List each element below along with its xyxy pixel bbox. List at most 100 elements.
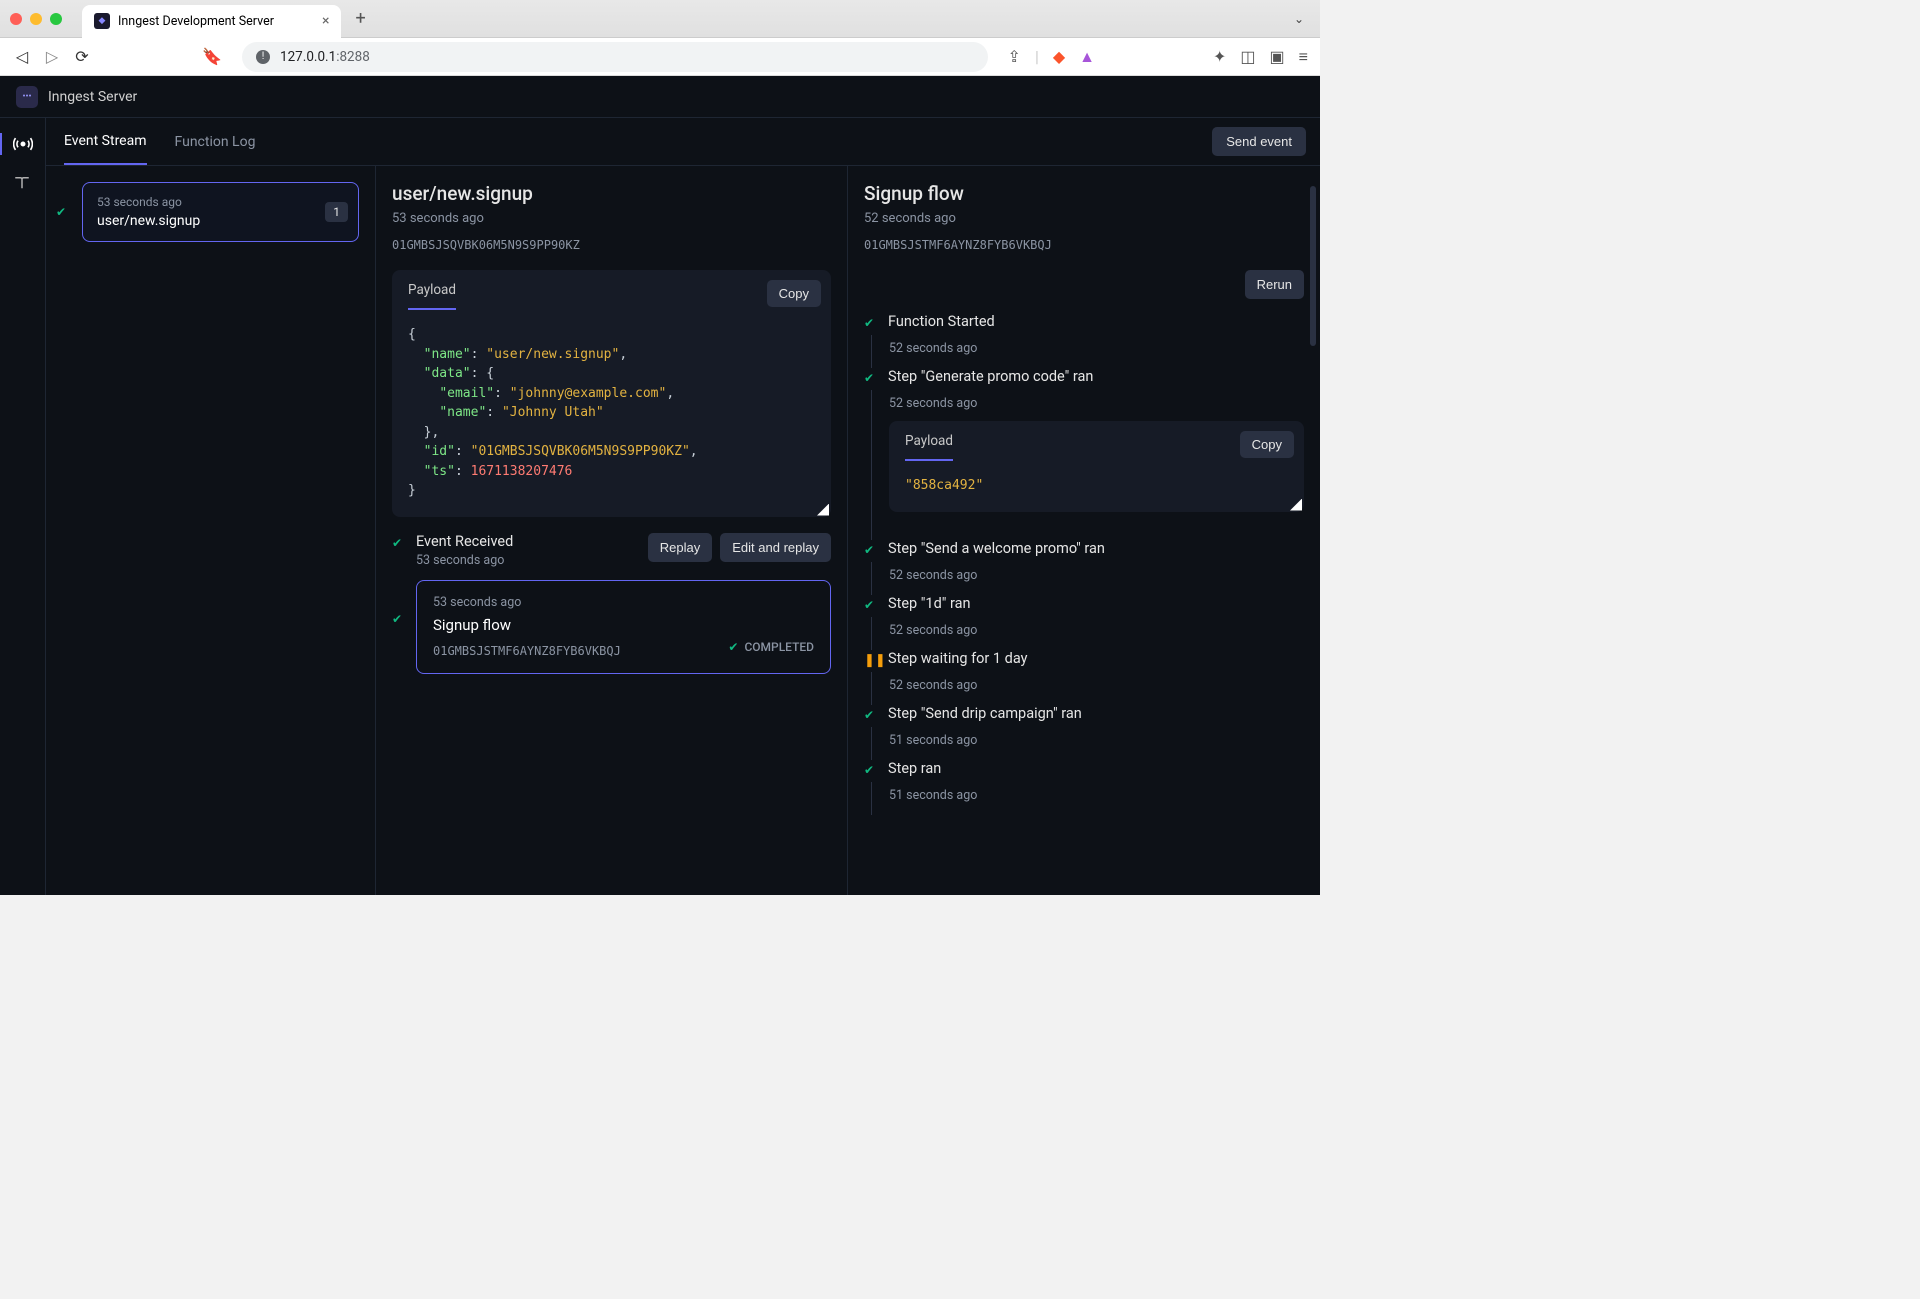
- tabs-row: Event Stream Function Log Send event: [46, 118, 1320, 166]
- site-info-icon[interactable]: !: [256, 50, 270, 64]
- event-received-time: 53 seconds ago: [416, 553, 648, 568]
- event-id: 01GMBSJSQVBK06M5N9S9PP90KZ: [392, 238, 831, 252]
- check-icon: ✔: [392, 533, 406, 568]
- step-time: 52 seconds ago: [889, 678, 1304, 693]
- new-tab-button[interactable]: +: [355, 8, 365, 29]
- step-time: 52 seconds ago: [889, 396, 1304, 411]
- step-title: Function Started: [888, 313, 1304, 330]
- reload-button[interactable]: ⟳: [72, 47, 92, 66]
- event-list-item[interactable]: 53 seconds ago user/new.signup 1: [82, 182, 359, 242]
- app-logo-icon: •••: [16, 86, 38, 108]
- minimize-window[interactable]: [30, 13, 42, 25]
- step-item: ✔ Step ran: [864, 760, 1304, 780]
- check-icon: ✔: [864, 705, 878, 725]
- brave-shield-icon[interactable]: ◆: [1053, 47, 1065, 66]
- event-received-row: ✔ Event Received 53 seconds ago Replay E…: [392, 533, 831, 568]
- payload-code: { "name": "user/new.signup", "data": { "…: [392, 311, 831, 517]
- tab-favicon-icon: ◆: [94, 13, 110, 29]
- wallet-icon[interactable]: ▣: [1270, 47, 1285, 66]
- step-title: Step "Generate promo code" ran: [888, 368, 1304, 385]
- flow-name: Signup flow: [433, 616, 814, 634]
- run-panel: Signup flow 52 seconds ago 01GMBSJSTMF6A…: [848, 166, 1320, 895]
- tabs-dropdown-icon[interactable]: ⌄: [1294, 12, 1304, 26]
- book-icon[interactable]: [13, 174, 33, 194]
- event-title: user/new.signup: [392, 182, 831, 205]
- check-icon: ✔: [864, 760, 878, 780]
- run-time: 52 seconds ago: [864, 211, 1304, 226]
- resize-handle-icon[interactable]: [1290, 499, 1302, 511]
- check-icon: ✔: [392, 570, 406, 674]
- replay-button[interactable]: Replay: [648, 533, 712, 562]
- check-icon: ✔: [728, 640, 738, 654]
- payload-tab[interactable]: Payload: [905, 433, 953, 461]
- event-detail-time: 53 seconds ago: [392, 211, 831, 226]
- event-list: ✔ 53 seconds ago user/new.signup 1: [46, 166, 376, 895]
- step-payload-box: Payload Copy "858ca492": [889, 421, 1304, 512]
- check-icon: ✔: [56, 205, 66, 219]
- copy-button[interactable]: Copy: [1240, 431, 1294, 458]
- step-item: ✔ Step "Send drip campaign" ran: [864, 705, 1304, 725]
- copy-button[interactable]: Copy: [767, 280, 821, 307]
- scrollbar[interactable]: [1310, 186, 1316, 855]
- app-header: ••• Inngest Server: [0, 76, 1320, 118]
- event-count-badge: 1: [325, 202, 348, 222]
- url-bar[interactable]: ! 127.0.0.1:8288: [242, 42, 988, 72]
- brave-rewards-icon[interactable]: ▲: [1079, 47, 1095, 67]
- check-icon: ✔: [864, 368, 878, 388]
- app-title: Inngest Server: [48, 89, 137, 105]
- bookmark-icon[interactable]: 🔖: [202, 47, 222, 66]
- step-time: 52 seconds ago: [889, 568, 1304, 583]
- run-title: Signup flow: [864, 182, 1304, 205]
- send-event-button[interactable]: Send event: [1212, 127, 1306, 156]
- close-tab-icon[interactable]: ×: [322, 13, 329, 29]
- step-time: 52 seconds ago: [889, 623, 1304, 638]
- sidepanel-icon[interactable]: ◫: [1240, 47, 1255, 66]
- event-detail-panel: user/new.signup 53 seconds ago 01GMBSJSQ…: [376, 166, 848, 895]
- step-title: Step ran: [888, 760, 1304, 777]
- edit-replay-button[interactable]: Edit and replay: [720, 533, 831, 562]
- event-received-title: Event Received: [416, 533, 648, 550]
- step-time: 51 seconds ago: [889, 733, 1304, 748]
- share-icon[interactable]: ⇪: [1008, 47, 1021, 66]
- flow-status: ✔COMPLETED: [728, 640, 814, 654]
- check-icon: ✔: [864, 540, 878, 560]
- tab-event-stream[interactable]: Event Stream: [64, 119, 147, 165]
- maximize-window[interactable]: [50, 13, 62, 25]
- event-name: user/new.signup: [97, 213, 344, 229]
- pause-icon: ❚❚: [864, 650, 878, 670]
- function-run-card[interactable]: 53 seconds ago Signup flow 01GMBSJSTMF6A…: [416, 580, 831, 674]
- rerun-button[interactable]: Rerun: [1245, 270, 1304, 299]
- sidebar: [0, 118, 46, 895]
- back-button[interactable]: ◁: [12, 47, 32, 66]
- url-port: :8288: [336, 49, 370, 65]
- tab-function-log[interactable]: Function Log: [175, 120, 256, 164]
- url-host: 127.0.0.1: [280, 49, 336, 65]
- stream-icon[interactable]: [13, 134, 33, 154]
- event-time: 53 seconds ago: [97, 195, 344, 209]
- browser-toolbar: ◁ ▷ ⟳ 🔖 ! 127.0.0.1:8288 ⇪ | ◆ ▲ ✦ ◫ ▣ ≡: [0, 38, 1320, 76]
- check-icon: ✔: [864, 313, 878, 333]
- forward-button[interactable]: ▷: [42, 47, 62, 66]
- step-item: ✔ Step "Generate promo code" ran: [864, 368, 1304, 388]
- close-window[interactable]: [10, 13, 22, 25]
- window-controls: [10, 13, 62, 25]
- step-item: ✔ Function Started: [864, 313, 1304, 333]
- step-payload-code: "858ca492": [889, 462, 1304, 512]
- run-id: 01GMBSJSTMF6AYNZ8FYB6VKBQJ: [864, 238, 1304, 252]
- step-time: 51 seconds ago: [889, 788, 1304, 803]
- resize-handle-icon[interactable]: [817, 504, 829, 516]
- step-time: 52 seconds ago: [889, 341, 1304, 356]
- menu-icon[interactable]: ≡: [1299, 47, 1308, 67]
- step-title: Step "Send drip campaign" ran: [888, 705, 1304, 722]
- step-title: Step "Send a welcome promo" ran: [888, 540, 1304, 557]
- check-icon: ✔: [864, 595, 878, 615]
- browser-tab[interactable]: ◆ Inngest Development Server ×: [82, 5, 341, 38]
- step-item: ✔ Step "Send a welcome promo" ran: [864, 540, 1304, 560]
- browser-titlebar: ◆ Inngest Development Server × + ⌄: [0, 0, 1320, 38]
- app: ••• Inngest Server Event Stream Function…: [0, 76, 1320, 895]
- tab-title: Inngest Development Server: [118, 14, 274, 29]
- step-item: ❚❚ Step waiting for 1 day: [864, 650, 1304, 670]
- extensions-icon[interactable]: ✦: [1213, 47, 1226, 66]
- step-title: Step waiting for 1 day: [888, 650, 1304, 667]
- payload-tab[interactable]: Payload: [408, 282, 456, 310]
